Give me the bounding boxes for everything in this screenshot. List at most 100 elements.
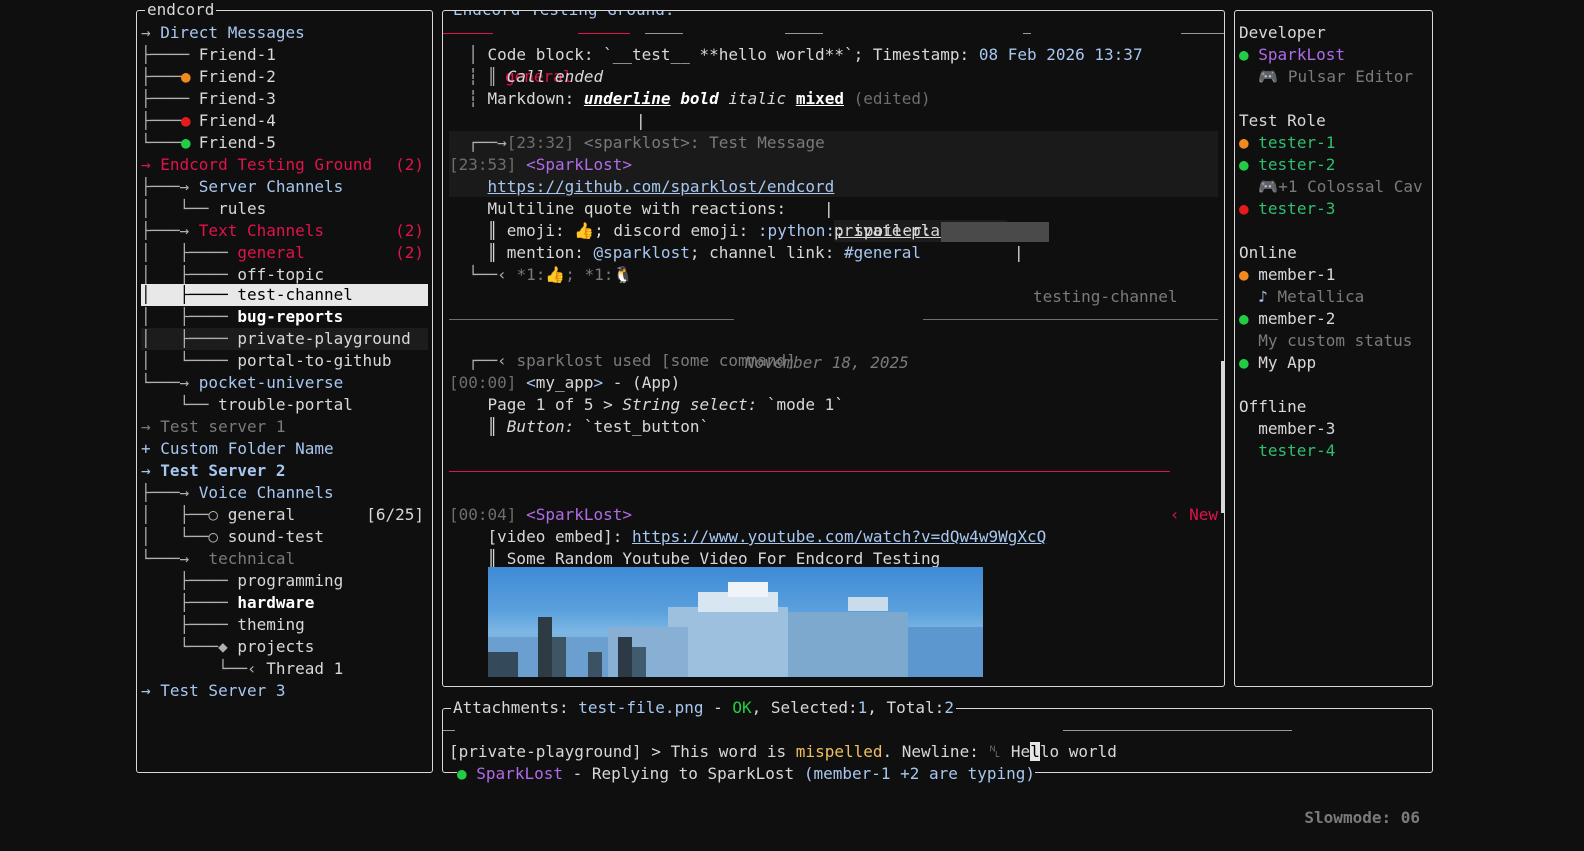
tree-friend-3[interactable]: ├──── Friend-3 <box>141 88 276 110</box>
member-my-app[interactable]: ● My App <box>1239 352 1316 374</box>
quote-line: ║ emoji: 👍; discord emoji: :python:; spo… <box>449 220 1049 242</box>
tree-channel-rules[interactable]: │ └── rules <box>141 198 266 220</box>
tree-category-voice-channels[interactable]: ├───→ Voice Channels <box>141 482 334 504</box>
tree-friend-1[interactable]: ├──── Friend-1 <box>141 44 276 66</box>
tree-guild-test-server-3[interactable]: → Test Server 3 <box>141 680 286 702</box>
thumbnail-image <box>488 582 983 677</box>
member-activity: 🎮 Pulsar Editor <box>1258 67 1414 86</box>
message-header[interactable]: [00:04] <SparkLost> <box>449 504 632 526</box>
message-line: https://github.com/sparklost/endcord <box>449 176 835 198</box>
tree-category-text-channels[interactable]: ├───→ Text Channels (2) <box>141 220 428 242</box>
tree-voice-sound-test[interactable]: │ └──○ sound-test <box>141 526 324 548</box>
tree-friend-4[interactable]: ├──── ● Friend-4 <box>141 110 276 132</box>
tree-direct-messages[interactable]: → Direct Messages <box>141 22 305 44</box>
member-tester-4[interactable]: tester-4 <box>1239 440 1335 462</box>
message-link[interactable]: https://github.com/sparklost/endcord <box>488 177 835 196</box>
message-line: ┆ Markdown: underline bold italic mixed … <box>449 89 931 108</box>
newline-icon: ␤ <box>988 742 1002 761</box>
tree-forum-projects[interactable]: └───◆ projects <box>141 636 315 658</box>
member-tester-1[interactable]: ● tester-1 <box>1239 132 1335 154</box>
tree-guild-test-server-1[interactable]: → Test server 1 <box>141 416 286 438</box>
online-status-icon: ● <box>1239 45 1249 64</box>
attachments-status: Attachments: test-file.png - OK, Selecte… <box>451 698 956 718</box>
tree-channel-test-channel-selected[interactable]: │ ├──── test-channel <box>141 284 428 306</box>
chat-scrollbar[interactable] <box>1221 361 1224 513</box>
member-member-3[interactable]: member-3 <box>1239 418 1335 440</box>
status-line: ● SparkLost - Replying to SparkLost (mem… <box>443 719 1432 827</box>
idle-status-icon: ● <box>181 67 191 86</box>
tree-category-technical[interactable]: └───→ technical <box>141 548 295 570</box>
role-header-developer: Developer <box>1239 23 1326 42</box>
music-note-icon: ♪ <box>1258 287 1268 306</box>
online-status-icon: ● <box>457 764 467 783</box>
message-header[interactable]: [23:53] <SparkLost> <box>449 154 632 176</box>
tree-category-pocket-universe[interactable]: └───→ pocket-universe <box>141 372 343 394</box>
reply-line[interactable]: ┌──→[23:32] <sparklost>: Test Message <box>449 132 824 154</box>
tree-channel-off-topic[interactable]: │ ├──── off-topic <box>141 264 324 286</box>
message-line: [video embed]: https://www.youtube.com/w… <box>487 527 1047 546</box>
tree-channel-portal-to-github[interactable]: │ └──── portal-to-github <box>141 350 391 372</box>
chat-panel: Endcord Testing Ground: general | commit… <box>442 10 1225 687</box>
member-member-2[interactable]: ● member-2 <box>1239 308 1335 330</box>
gamepad-icon: 🎮 <box>1258 177 1279 196</box>
tree-folder-custom[interactable]: + Custom Folder Name <box>141 438 334 460</box>
tree-channel-theming[interactable]: ├──── theming <box>141 614 305 636</box>
message-input[interactable]: [private-playground] > This word is misp… <box>449 741 1117 763</box>
channel-tree-panel: endcord → Direct Messages ├──── Friend-1… <box>136 0 433 773</box>
member-list-panel: Developer ● SparkLost 🎮 Pulsar Editor Te… <box>1234 10 1433 687</box>
command-line: ┌──‹ sparklost used [some command] <box>449 351 796 370</box>
app-title: endcord <box>145 0 217 20</box>
idle-status-icon: ● <box>1239 265 1249 284</box>
misspelled-word: mispelled <box>795 742 883 761</box>
role-header-online: Online <box>1239 243 1297 262</box>
tree-guild-endcord-testing-ground[interactable]: → Endcord Testing Ground (2) <box>141 154 428 176</box>
tree-friend-2[interactable]: ├──── ● Friend-2 <box>141 66 276 88</box>
tree-channel-trouble-portal[interactable]: └── trouble-portal <box>141 394 353 416</box>
member-tester-2[interactable]: ● tester-2 <box>1239 154 1335 176</box>
message-line: ║ Button: `test_button` <box>449 417 710 436</box>
tree-voice-general[interactable]: │ ├──○ general [6/25] <box>141 504 428 526</box>
message-line: │ Code block: `__test__ **hello world**`… <box>449 45 1143 64</box>
tree-channel-programming[interactable]: ├──── programming <box>141 570 344 592</box>
mention[interactable]: @sparklost <box>594 243 690 262</box>
member-sparklost[interactable]: ● SparkLost <box>1239 44 1345 66</box>
tree-friend-5[interactable]: └──── ● Friend-5 <box>141 132 276 154</box>
tree-guild-test-server-2[interactable]: → Test Server 2 <box>141 460 286 482</box>
tree-thread-1[interactable]: └──‹ Thread 1 <box>141 658 343 680</box>
member-member-1[interactable]: ● member-1 <box>1239 264 1335 286</box>
date-separator: November 18, 2025 <box>449 308 1218 372</box>
message-author: SparkLost <box>535 155 623 174</box>
reactions-line[interactable]: └──‹ *1:👍; *1:🐧 <box>449 264 633 286</box>
online-status-icon: ● <box>1239 309 1249 328</box>
new-messages-separator: ‹ New <box>449 460 1218 524</box>
message-author: SparkLost <box>535 505 623 524</box>
online-status-icon: ● <box>1239 353 1249 372</box>
member-activity: ♪ Metallica <box>1258 287 1365 306</box>
unread-count: (2) <box>395 155 424 174</box>
member-tester-3[interactable]: ● tester-3 <box>1239 198 1335 220</box>
message-header[interactable]: [00:00] <my_app> - (App) <box>449 372 680 394</box>
tab-testing-channel[interactable]: testing-channel <box>1033 286 1178 308</box>
tree-category-server-channels[interactable]: ├───→ Server Channels <box>141 176 343 198</box>
online-status-icon: ● <box>1239 155 1249 174</box>
channel-link[interactable]: #general <box>844 243 921 262</box>
message-line: ┆ ║ Call ended <box>449 67 604 86</box>
tree-channel-private-playground[interactable]: │ ├──── private-playground <box>141 328 428 350</box>
channel-tab-bar: general | commit-log | private-playgroun… <box>443 22 1224 306</box>
tree-channel-general[interactable]: │ ├──── general (2) <box>141 242 428 264</box>
tree-channel-bug-reports[interactable]: │ ├──── bug-reports <box>141 306 343 328</box>
slowmode-indicator: Slowmode: 06 <box>1304 808 1420 827</box>
spoiler-block[interactable] <box>940 221 1049 242</box>
input-panel: Attachments: test-file.png - OK, Selecte… <box>442 698 1433 827</box>
idle-status-icon: ● <box>1239 133 1249 152</box>
role-header-test-role: Test Role <box>1239 111 1326 130</box>
video-thumbnail[interactable] <box>488 567 983 677</box>
text-cursor: l <box>1030 742 1040 761</box>
gamepad-icon: 🎮 <box>1258 67 1279 86</box>
online-status-icon: ● <box>181 133 191 152</box>
dnd-status-icon: ● <box>181 111 191 130</box>
chat-title: Endcord Testing Ground: <box>451 11 677 20</box>
embed-link[interactable]: https://www.youtube.com/watch?v=dQw4w9Wg… <box>632 527 1046 546</box>
tree-channel-hardware[interactable]: ├──── hardware <box>141 592 315 614</box>
member-activity: 🎮+1 Colossal Cav <box>1258 177 1423 196</box>
